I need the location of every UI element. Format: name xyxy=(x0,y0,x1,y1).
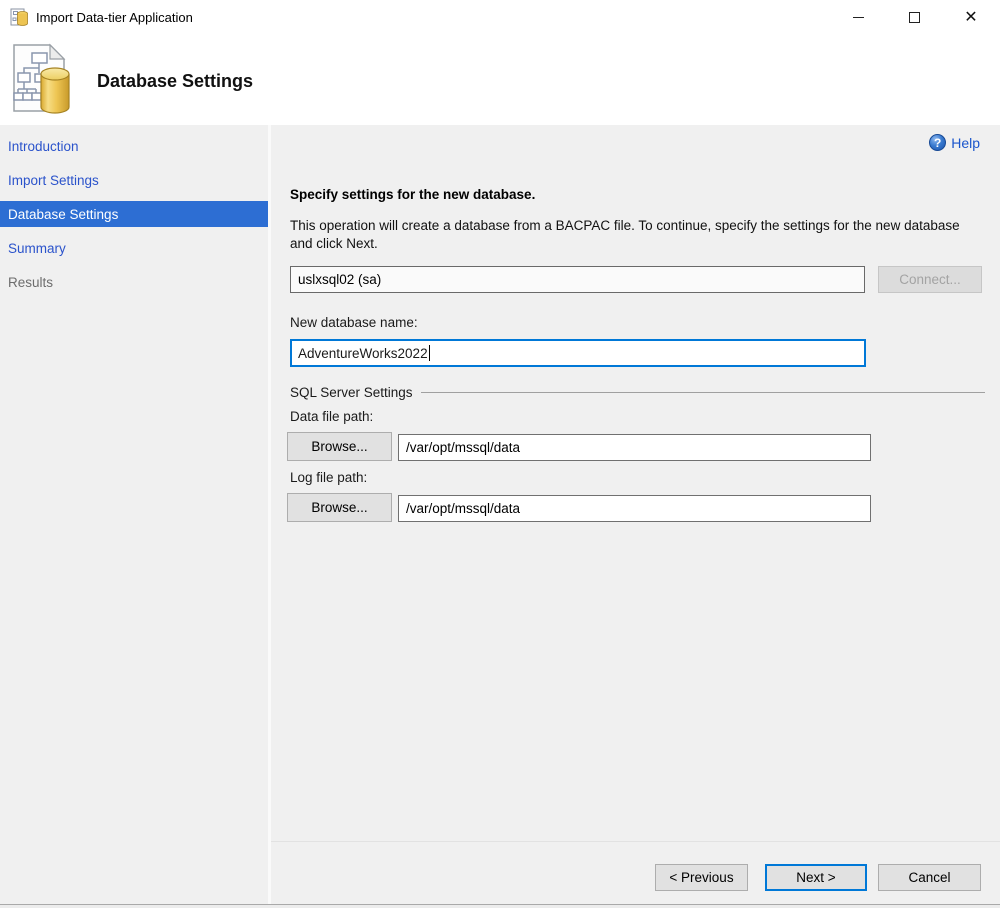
previous-button[interactable]: < Previous xyxy=(655,864,748,891)
panel-description: This operation will create a database fr… xyxy=(290,217,962,253)
database-document-icon xyxy=(10,43,74,115)
step-introduction[interactable]: Introduction xyxy=(0,129,268,163)
data-file-path-input[interactable]: /var/opt/mssql/data xyxy=(398,434,871,461)
panel-heading: Specify settings for the new database. xyxy=(290,187,535,202)
minimize-button[interactable] xyxy=(835,0,881,35)
text-caret xyxy=(429,345,430,361)
database-settings-panel: ? Help Specify settings for the new data… xyxy=(271,125,1000,904)
help-icon: ? xyxy=(929,134,946,151)
help-link[interactable]: ? Help xyxy=(929,134,980,151)
connect-button[interactable]: Connect... xyxy=(878,266,982,293)
cancel-button[interactable]: Cancel xyxy=(878,864,981,891)
wizard-header: Database Settings xyxy=(0,35,1000,125)
data-file-path-label: Data file path: xyxy=(290,409,373,424)
log-file-path-input[interactable]: /var/opt/mssql/data xyxy=(398,495,871,522)
sql-server-settings-group: SQL Server Settings xyxy=(290,385,985,400)
window-title: Import Data-tier Application xyxy=(36,0,193,35)
help-label: Help xyxy=(951,135,980,151)
database-name-value: AdventureWorks2022 xyxy=(298,346,428,361)
log-file-path-label: Log file path: xyxy=(290,470,367,485)
close-icon: ✕ xyxy=(964,10,977,26)
minimize-icon xyxy=(853,17,864,18)
step-summary[interactable]: Summary xyxy=(0,231,268,265)
log-file-browse-button[interactable]: Browse... xyxy=(287,493,392,522)
server-connection-field[interactable]: uslxsql02 (sa) xyxy=(290,266,865,293)
step-import-settings[interactable]: Import Settings xyxy=(0,163,268,197)
sql-server-settings-label: SQL Server Settings xyxy=(290,385,413,400)
window-bottom-edge xyxy=(0,904,1000,908)
page-title: Database Settings xyxy=(97,71,253,92)
next-button[interactable]: Next > xyxy=(765,864,867,891)
maximize-button[interactable] xyxy=(891,0,937,35)
app-icon xyxy=(10,8,29,27)
close-button[interactable]: ✕ xyxy=(948,0,994,35)
database-name-label: New database name: xyxy=(290,315,418,330)
step-database-settings[interactable]: Database Settings xyxy=(0,201,268,227)
maximize-icon xyxy=(909,12,920,23)
footer-separator xyxy=(271,841,1000,842)
import-data-tier-application-window: Import Data-tier Application ✕ xyxy=(0,0,1000,908)
titlebar: Import Data-tier Application ✕ xyxy=(0,0,1000,35)
group-separator-line xyxy=(421,392,985,393)
database-name-input[interactable]: AdventureWorks2022 xyxy=(290,339,866,367)
wizard-steps-sidebar: Introduction Import Settings Database Se… xyxy=(0,125,268,904)
step-results: Results xyxy=(0,265,268,299)
data-file-browse-button[interactable]: Browse... xyxy=(287,432,392,461)
